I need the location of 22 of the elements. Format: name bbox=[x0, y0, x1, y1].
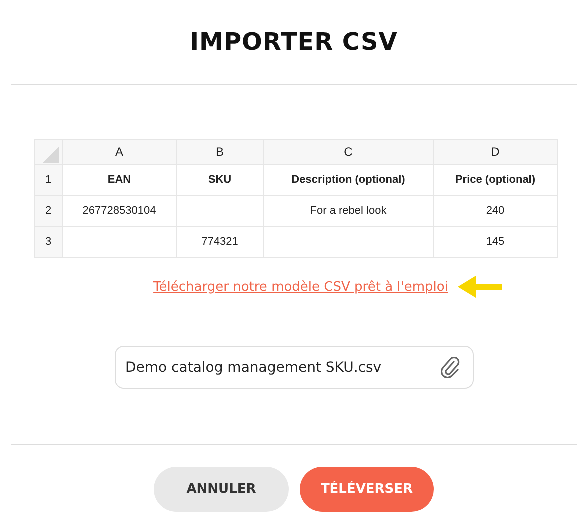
column-letter: B bbox=[216, 145, 224, 159]
row-number: 3 bbox=[45, 236, 52, 248]
table-cell: 774321 bbox=[202, 236, 238, 248]
arrow-icon bbox=[458, 276, 502, 298]
row-number: 2 bbox=[45, 205, 52, 217]
corner-icon bbox=[43, 146, 59, 162]
file-field[interactable]: Demo catalog management SKU.csv bbox=[114, 346, 474, 389]
column-letter: D bbox=[491, 145, 500, 159]
paperclip-icon bbox=[440, 356, 460, 378]
table-cell: Description (optional) bbox=[292, 174, 406, 186]
column-letter: C bbox=[344, 145, 353, 159]
table-cell: 240 bbox=[486, 205, 505, 217]
table-cell: SKU bbox=[208, 174, 232, 186]
table-cell: EAN bbox=[108, 174, 132, 186]
column-letter: A bbox=[115, 145, 124, 159]
table-cell: For a rebel look bbox=[310, 205, 387, 217]
table-cell: 145 bbox=[486, 236, 505, 248]
table-cell: 267728530104 bbox=[82, 205, 156, 217]
table-cell: Price (optional) bbox=[455, 174, 536, 186]
row-number: 1 bbox=[45, 174, 52, 186]
cancel-button[interactable]: ANNULER bbox=[154, 467, 289, 512]
dialog-title: IMPORTER CSV bbox=[189, 27, 399, 58]
